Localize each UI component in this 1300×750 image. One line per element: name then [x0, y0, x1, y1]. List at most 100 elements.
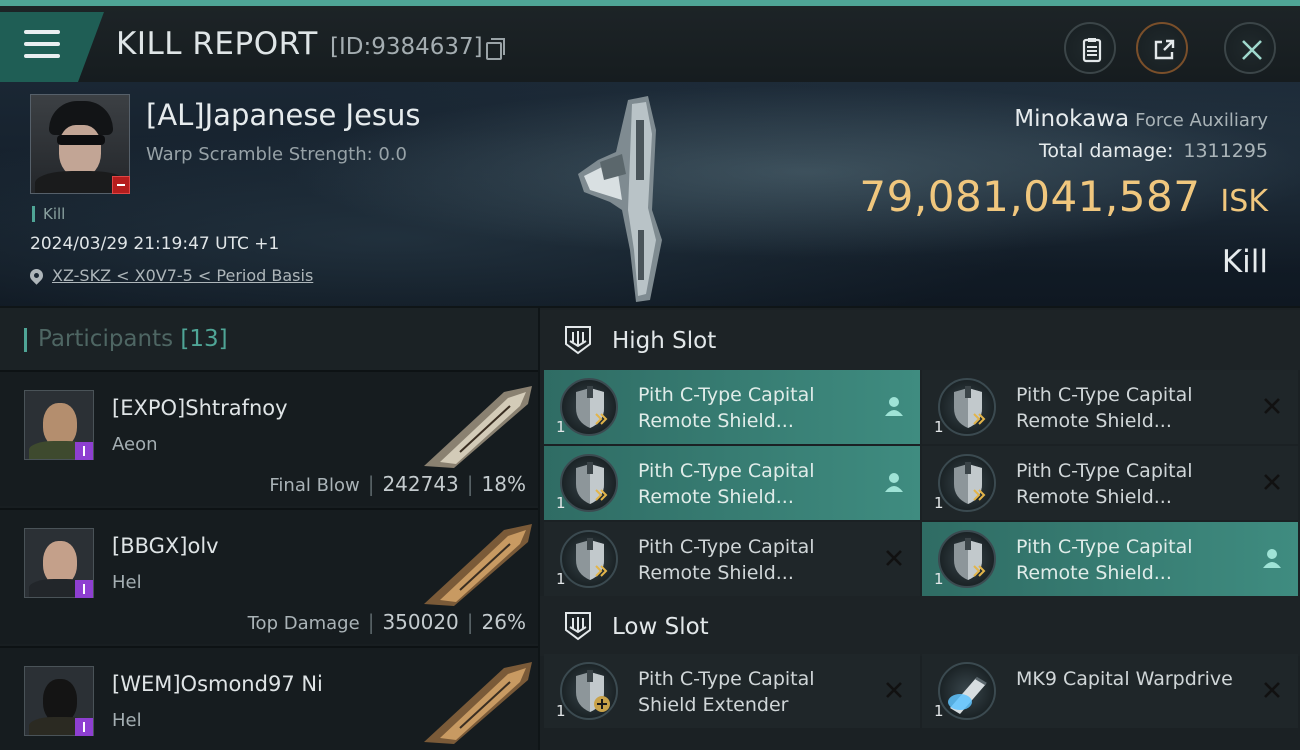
isk-value: 79,081,041,587	[859, 172, 1201, 221]
shield-module-icon	[576, 386, 608, 428]
corp-badge-icon	[75, 718, 93, 736]
high-slot-icon	[565, 326, 591, 355]
destroyed-status-icon	[1264, 398, 1280, 414]
kill-label: Kill	[1221, 244, 1268, 280]
module-quantity: 1	[556, 494, 566, 512]
module-name: Pith C-Type Capital Remote Shield...	[1016, 536, 1193, 584]
module-slot[interactable]: 1 MK9 Capital Warpdrive	[922, 654, 1298, 728]
shield-module-icon	[576, 462, 608, 504]
module-quantity: 1	[934, 702, 944, 720]
dropped-status-icon	[885, 473, 903, 492]
module-quantity: 1	[556, 570, 566, 588]
shield-module-icon	[954, 462, 986, 504]
destroyed-status-icon	[886, 682, 902, 698]
corp-badge-icon	[75, 442, 93, 460]
participant-row[interactable]: [EXPO]Shtrafnoy Aeon Final Blow | 242743 | 18%	[0, 370, 538, 506]
participants-header[interactable]: Participants [13]	[0, 308, 538, 370]
module-slot[interactable]: 1 Pith C-Type Capital Remote Shield...	[922, 522, 1298, 596]
menu-icon	[24, 30, 60, 58]
participant-name[interactable]: [EXPO]Shtrafnoy	[112, 396, 288, 420]
module-name: Pith C-Type Capital Remote Shield...	[1016, 460, 1193, 508]
module-icon	[560, 454, 618, 512]
module-name: Pith C-Type Capital Remote Shield...	[638, 384, 815, 432]
module-quantity: 1	[934, 418, 944, 436]
shield-module-icon	[954, 386, 986, 428]
participant-ship: Hel	[112, 710, 142, 731]
participant-row[interactable]: [WEM]Osmond97 Ni Hel	[0, 646, 538, 750]
module-name: MK9 Capital Warpdrive	[1016, 668, 1233, 690]
page-title: KILL REPORT	[116, 26, 318, 62]
isk-value-row: 79,081,041,587 ISK	[859, 172, 1268, 221]
report-id: [ID:9384637]	[330, 34, 483, 60]
module-quantity: 1	[934, 494, 944, 512]
module-icon	[938, 662, 996, 720]
total-damage: Total damage: 1311295	[1039, 140, 1268, 162]
shield-module-icon	[954, 538, 986, 580]
menu-button[interactable]	[0, 12, 104, 82]
participant-damage: 242743	[382, 472, 459, 496]
participant-row[interactable]: [BBGX]olv Hel Top Damage | 350020 | 26%	[0, 508, 538, 644]
module-icon	[938, 454, 996, 512]
participant-stats: Top Damage | 350020 | 26%	[247, 610, 526, 634]
total-damage-label: Total damage:	[1038, 140, 1174, 162]
module-slot[interactable]: 1 Pith C-Type Capital Remote Shield...	[544, 446, 920, 520]
shield-module-icon	[576, 670, 610, 712]
module-slot[interactable]: 1 Pith C-Type Capital Remote Shield...	[922, 370, 1298, 444]
top-bar: KILL REPORT [ID:9384637]	[0, 0, 1300, 82]
shield-module-icon	[576, 538, 608, 580]
module-icon	[560, 378, 618, 436]
high-slot-header: High Slot	[540, 310, 1300, 370]
participants-panel: Participants [13] [EXPO]Shtrafnoy Aeon Fin…	[0, 308, 538, 750]
participants-title: Participants [13]	[38, 326, 228, 352]
low-slot-header: Low Slot	[540, 596, 1300, 656]
module-slot[interactable]: 1 Pith C-Type Capital Remote Shield...	[544, 370, 920, 444]
victim-ship-image[interactable]	[570, 90, 690, 304]
victim-name[interactable]: [AL]Japanese Jesus	[146, 98, 421, 132]
low-slot-icon	[565, 612, 591, 641]
participant-role: Final Blow	[269, 475, 360, 496]
participant-name[interactable]: [WEM]Osmond97 Ni	[112, 672, 323, 696]
kill-datetime: 2024/03/29 21:19:47 UTC +1	[30, 234, 280, 254]
module-icon	[938, 378, 996, 436]
close-button[interactable]	[1224, 22, 1276, 74]
warpdrive-icon	[948, 676, 987, 714]
total-damage-value: 1311295	[1183, 140, 1268, 162]
module-icon	[560, 530, 618, 588]
module-quantity: 1	[556, 418, 566, 436]
participant-name[interactable]: [BBGX]olv	[112, 534, 219, 558]
participant-ship-image	[424, 662, 532, 744]
module-quantity: 1	[934, 570, 944, 588]
dropped-status-icon	[885, 397, 903, 416]
share-button[interactable]	[1136, 22, 1188, 74]
location-link[interactable]: XZ-SKZ < X0V7-5 < Period Basis	[52, 266, 313, 285]
participants-count: [13]	[180, 326, 228, 352]
victim-ship-type: Minokawa Force Auxiliary	[1014, 106, 1268, 132]
participant-ship: Hel	[112, 572, 142, 593]
destroyed-status-icon	[886, 550, 902, 566]
participant-stats: Final Blow | 242743 | 18%	[269, 472, 526, 496]
share-icon	[1154, 39, 1175, 60]
module-slot[interactable]: 1 Pith C-Type Capital Remote Shield...	[922, 446, 1298, 520]
kill-tag: Kill	[32, 206, 65, 222]
destroyed-status-icon	[1264, 474, 1280, 490]
copy-icon[interactable]	[486, 38, 505, 60]
module-name: Pith C-Type Capital Remote Shield...	[638, 460, 815, 508]
ship-class: Force Auxiliary	[1135, 110, 1268, 131]
participant-percent: 26%	[481, 610, 526, 634]
fitting-panel: High Slot 1 Pith C-Type Capital Remote Sh…	[540, 308, 1300, 750]
high-slot-title: High Slot	[612, 328, 717, 354]
low-slot-title: Low Slot	[612, 614, 709, 640]
module-name: Pith C-Type Capital Shield Extender	[638, 668, 815, 716]
module-icon	[560, 662, 618, 720]
warp-scramble-strength: Warp Scramble Strength: 0.0	[146, 144, 408, 165]
participant-role: Top Damage	[247, 613, 360, 634]
ship-name[interactable]: Minokawa	[1014, 106, 1129, 132]
victim-summary: [AL]Japanese Jesus Warp Scramble Strengt…	[0, 82, 1300, 306]
destroyed-status-icon	[1264, 682, 1280, 698]
isk-unit: ISK	[1220, 184, 1268, 219]
module-name: Pith C-Type Capital Remote Shield...	[638, 536, 815, 584]
report-button[interactable]	[1064, 22, 1116, 74]
module-slot[interactable]: 1 Pith C-Type Capital Shield Extender	[544, 654, 920, 728]
module-slot[interactable]: 1 Pith C-Type Capital Remote Shield...	[544, 522, 920, 596]
participant-ship-image	[424, 524, 532, 606]
